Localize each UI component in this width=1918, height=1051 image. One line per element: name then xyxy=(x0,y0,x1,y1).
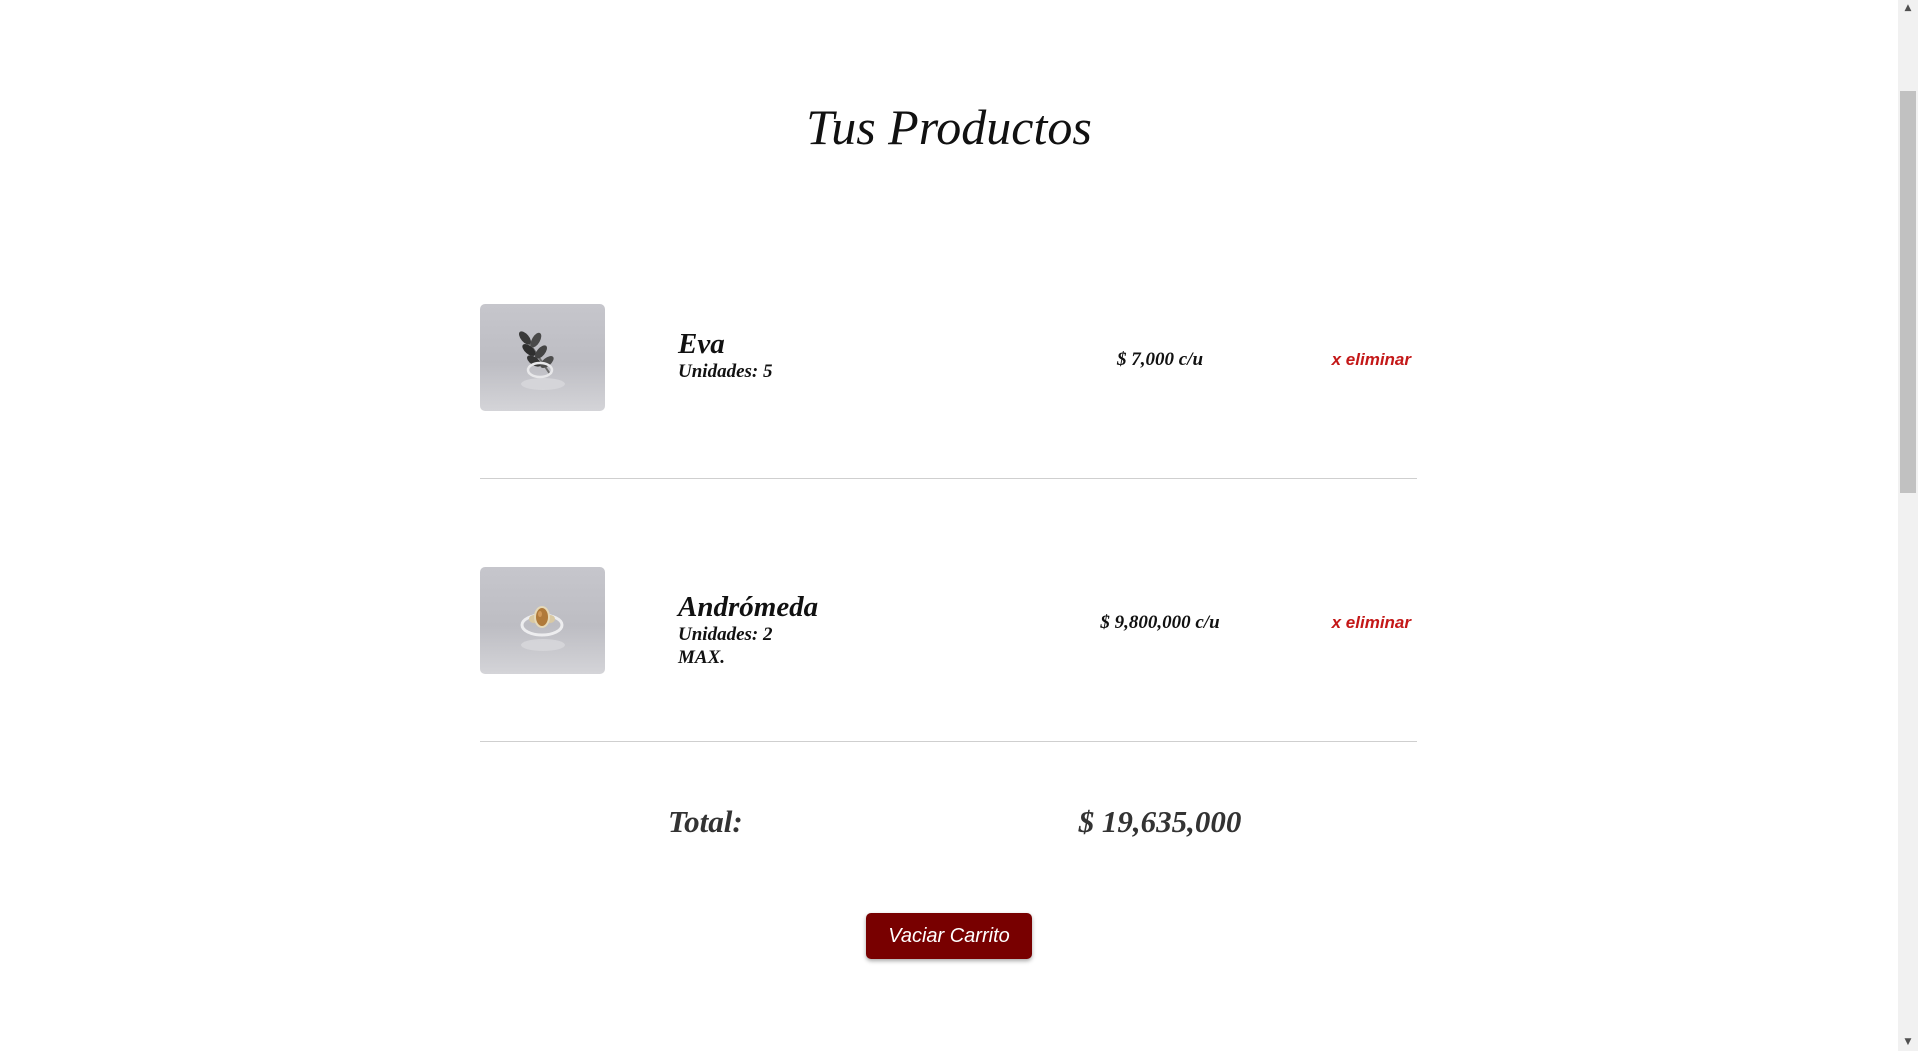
item-name: Andrómeda xyxy=(678,591,819,623)
stone-ring-icon xyxy=(520,606,565,651)
vertical-scrollbar[interactable]: ▲ ▼ xyxy=(1898,0,1918,1051)
item-max-note: MAX. xyxy=(678,647,725,668)
item-price: $ 7,000 c/u xyxy=(1116,349,1204,370)
cart-item: Andrómeda Unidades: 2 MAX. $ 9,800,000 c… xyxy=(480,499,1417,742)
page-title: Tus Productos xyxy=(806,99,1092,155)
total-label: Total: xyxy=(668,804,743,839)
item-info: Andrómeda Unidades: 2 MAX. xyxy=(678,591,818,669)
item-units: Unidades: 5 xyxy=(678,361,773,382)
remove-item-button[interactable]: x eliminar xyxy=(1332,348,1411,372)
cart-item-list: Eva Unidades: 5 $ 7,000 c/u x eliminar A… xyxy=(480,236,1417,762)
scroll-up-arrow-icon[interactable]: ▲ xyxy=(1898,0,1918,17)
item-price: $ 9,800,000 c/u xyxy=(1100,612,1220,633)
scroll-down-arrow-icon[interactable]: ▼ xyxy=(1898,1034,1918,1051)
remove-item-button[interactable]: x eliminar xyxy=(1332,611,1411,635)
item-name: Eva xyxy=(678,328,725,360)
item-units: Unidades: 2 xyxy=(678,624,773,645)
cart-item: Eva Unidades: 5 $ 7,000 c/u x eliminar xyxy=(480,236,1417,479)
total-value: $ 19,635,000 xyxy=(1078,804,1242,839)
item-info: Eva Unidades: 5 xyxy=(678,328,772,383)
stone-ring-product-image xyxy=(480,567,605,674)
cart-page: Tus Productos Eva Unidades: 5 $ 7,000 c/… xyxy=(0,0,1898,1051)
scrollbar-thumb[interactable] xyxy=(1900,91,1916,493)
page-viewport: Tus Productos Eva Unidades: 5 $ 7,000 c/… xyxy=(0,0,1918,1051)
empty-cart-button[interactable]: Vaciar Carrito xyxy=(866,913,1032,959)
leaf-ring-product-image xyxy=(480,304,605,411)
leaf-ring-icon xyxy=(519,331,565,390)
